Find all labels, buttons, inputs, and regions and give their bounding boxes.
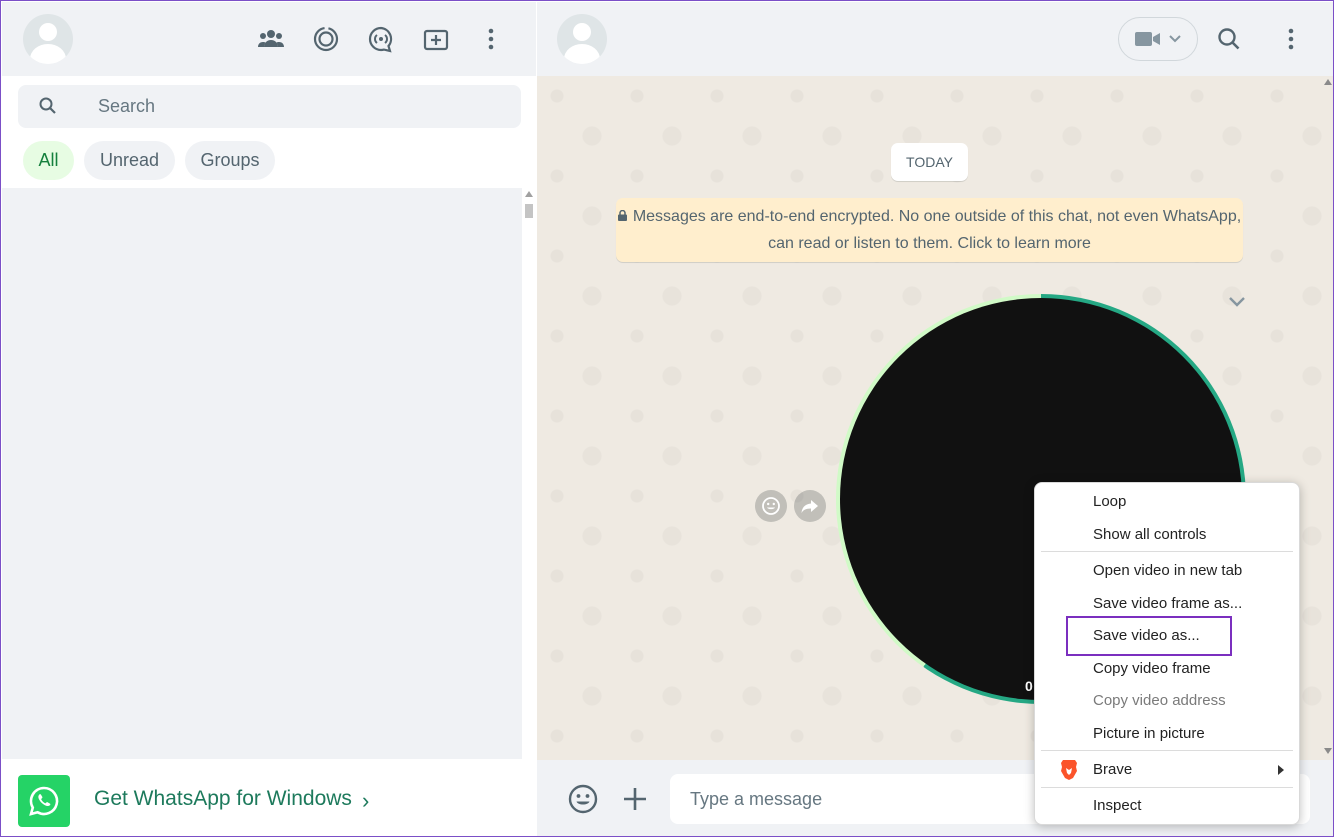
menu-icon[interactable] [1273,21,1309,57]
menu-item-copy-video-address: Copy video address [1093,692,1226,709]
save-video-highlight [1066,616,1232,656]
forward-button[interactable] [794,490,826,522]
emoji-reaction-button[interactable] [755,490,787,522]
menu-item-loop[interactable]: Loop [1035,487,1299,517]
date-separator: TODAY [891,143,968,181]
chat-list-scrollbar[interactable] [522,188,536,759]
menu-item-copy-video-frame[interactable]: Copy video frame [1035,654,1299,684]
menu-icon[interactable] [473,21,509,57]
smiley-icon [762,497,780,515]
video-context-menu: Loop Show all controls Open video in new… [1034,482,1300,825]
menu-item-inspect[interactable]: Inspect [1035,791,1299,821]
search-icon[interactable] [1211,21,1247,57]
menu-item-picture-in-picture[interactable]: Picture in picture [1035,719,1299,749]
menu-item-show-all-controls[interactable]: Show all controls [1035,520,1299,550]
search-box[interactable] [18,85,521,128]
chat-list-panel: All Unread Groups Get WhatsApp for Windo… [2,2,536,836]
scroll-thumb[interactable] [525,204,533,218]
video-call-icon [1135,32,1160,46]
app-window: All Unread Groups Get WhatsApp for Windo… [0,0,1334,837]
contact-avatar[interactable] [557,14,607,64]
search-input[interactable] [98,85,498,128]
search-bar [2,76,536,134]
scroll-down-arrow-icon[interactable] [1324,748,1332,754]
forward-icon [801,500,818,513]
search-icon [39,97,56,114]
menu-divider [1041,750,1293,751]
menu-divider [1041,787,1293,788]
scroll-up-arrow-icon[interactable] [1324,79,1332,85]
attach-plus-icon[interactable] [621,785,649,813]
scroll-up-arrow-icon[interactable] [525,191,533,197]
chat-list [2,188,536,759]
promo-label[interactable]: Get WhatsApp for Windows [94,787,352,811]
conversation-header [537,2,1333,76]
left-header [2,2,536,76]
filter-all[interactable]: All [23,141,74,180]
video-call-button[interactable] [1118,17,1198,61]
channels-icon[interactable] [363,21,399,57]
communities-icon[interactable] [253,21,289,57]
submenu-arrow-icon [1278,765,1284,775]
profile-avatar[interactable] [23,14,73,64]
encryption-notice[interactable]: Messages are end-to-end encrypted. No on… [616,198,1243,262]
conversation-scrollbar[interactable] [1321,76,1333,760]
menu-item-brave[interactable]: Brave [1035,755,1299,785]
filter-groups[interactable]: Groups [185,141,275,180]
chevron-down-icon[interactable] [1227,292,1247,312]
emoji-icon[interactable] [567,783,599,815]
menu-item-save-video-frame-as[interactable]: Save video frame as... [1035,589,1299,619]
filter-unread[interactable]: Unread [84,141,175,180]
menu-divider [1041,551,1293,552]
new-chat-icon[interactable] [418,21,454,57]
download-promo[interactable]: Get WhatsApp for Windows › [2,759,536,836]
lock-icon [617,210,627,221]
menu-item-open-video-new-tab[interactable]: Open video in new tab [1035,556,1299,586]
chevron-down-icon [1169,35,1181,43]
encryption-text: Messages are end-to-end encrypted. No on… [632,208,1242,252]
status-icon[interactable] [308,21,344,57]
chevron-right-icon: › [362,788,370,813]
filter-chips: All Unread Groups [2,134,536,188]
whatsapp-logo-icon [18,775,70,827]
